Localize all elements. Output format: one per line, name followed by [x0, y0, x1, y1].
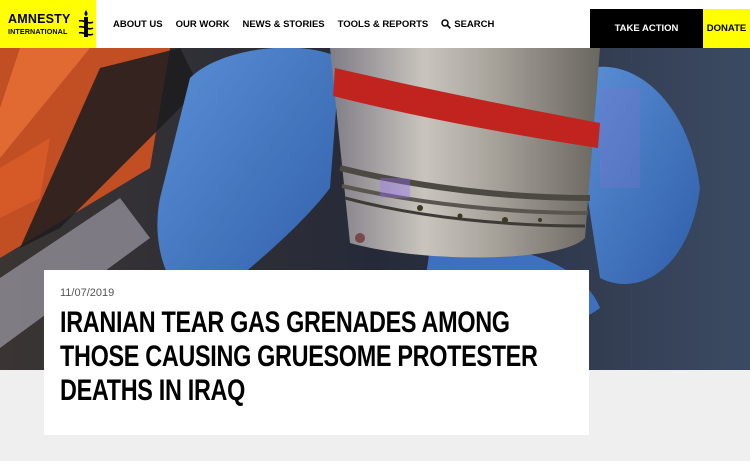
article-date: 11/07/2019 [60, 287, 115, 299]
donate-button[interactable]: DONATE [703, 9, 750, 48]
logo-line-1: AMNESTY [8, 12, 71, 27]
nav-our-work[interactable]: OUR WORK [176, 19, 230, 30]
nav-tools-reports[interactable]: TOOLS & REPORTS [338, 19, 429, 30]
amnesty-logo[interactable]: AMNESTY INTERNATIONAL [0, 0, 96, 48]
search-label: SEARCH [454, 18, 495, 30]
main-nav: ABOUT US OUR WORK NEWS & STORIES TOOLS &… [113, 0, 507, 48]
logo-text: AMNESTY INTERNATIONAL [8, 13, 71, 35]
candle-barbed-wire-icon [77, 9, 95, 39]
article-card[interactable]: 11/07/2019 IRANIAN TEAR GAS GRENADES AMO… [44, 270, 589, 435]
search-button[interactable]: SEARCH [441, 19, 494, 30]
search-icon [441, 19, 452, 29]
site-header: AMNESTY INTERNATIONAL ABOUT US OUR WORK … [0, 0, 750, 48]
nav-news-stories[interactable]: NEWS & STORIES [242, 19, 324, 30]
take-action-button[interactable]: TAKE ACTION [590, 9, 703, 48]
article-headline[interactable]: IRANIAN TEAR GAS GRENADES AMONG THOSE CA… [60, 306, 559, 408]
logo-line-2: INTERNATIONAL [8, 26, 68, 36]
nav-about-us[interactable]: ABOUT US [113, 19, 163, 30]
